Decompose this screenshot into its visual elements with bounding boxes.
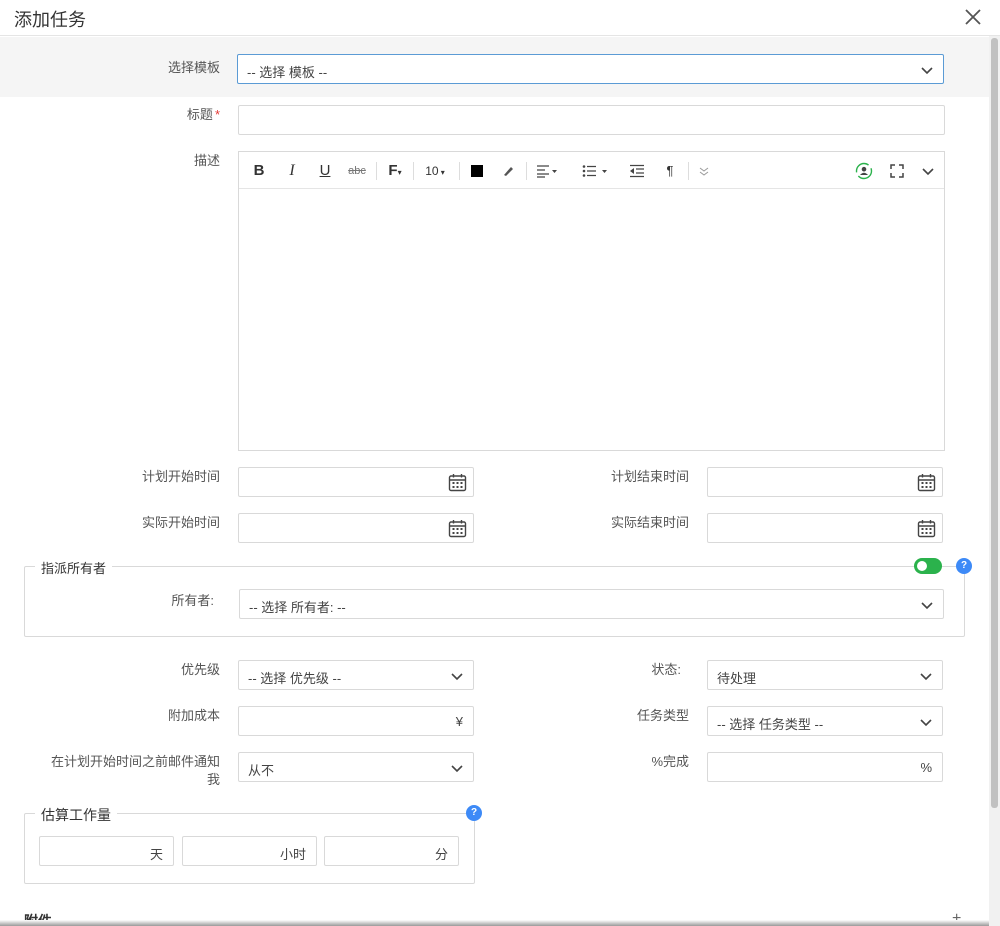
chevron-down-icon [920, 673, 932, 681]
extra-cost-input[interactable]: ¥ [238, 706, 474, 736]
outdent-icon[interactable] [627, 160, 647, 182]
priority-select-value: -- 选择 优先级 -- [248, 671, 342, 686]
toolbar-divider [376, 162, 377, 180]
calendar-icon[interactable] [448, 519, 467, 538]
actual-end-input[interactable] [707, 513, 943, 543]
planned-end-label: 计划结束时间 [610, 469, 689, 484]
assign-owner-legend: 指派所有者 [35, 558, 113, 577]
toggle-knob [917, 561, 927, 571]
help-icon[interactable]: ? [466, 805, 482, 821]
days-unit: 天 [149, 847, 163, 862]
font-size-dropdown[interactable]: 10 ▾ [421, 160, 449, 182]
chevron-down-icon[interactable] [918, 160, 938, 182]
task-type-select-value: -- 选择 任务类型 -- [717, 717, 824, 732]
bulleted-list-icon[interactable] [580, 160, 610, 182]
owner-label: 所有者: [171, 593, 214, 608]
chevron-down-icon [920, 719, 932, 727]
currency-suffix: ¥ [455, 714, 463, 729]
minutes-unit: 分 [434, 847, 448, 862]
title-label: 标题 * [120, 106, 220, 124]
status-select[interactable]: 待处理 [707, 660, 943, 690]
text-color-icon[interactable] [467, 160, 487, 182]
priority-select[interactable]: -- 选择 优先级 -- [238, 660, 474, 690]
title-input[interactable] [238, 105, 945, 135]
calendar-icon[interactable] [448, 473, 467, 492]
dialog-header: 添加任务 [0, 0, 1000, 36]
more-icon[interactable] [694, 160, 714, 182]
template-label: 选择模板 [167, 60, 220, 75]
email-notify-value: 从不 [248, 763, 275, 778]
close-icon[interactable] [962, 6, 984, 28]
help-icon[interactable]: ? [956, 558, 972, 574]
chevron-down-icon [921, 602, 933, 610]
percent-suffix: % [920, 760, 932, 775]
status-select-value: 待处理 [717, 671, 757, 686]
italic-icon[interactable]: I [282, 160, 302, 182]
title-label-text: 标题 [186, 107, 213, 122]
chevron-down-icon [451, 765, 463, 773]
planned-start-label: 计划开始时间 [141, 469, 220, 484]
task-type-select[interactable]: -- 选择 任务类型 -- [707, 706, 943, 736]
font-family-icon[interactable]: F▾ [385, 160, 405, 182]
task-type-label: 任务类型 [636, 708, 689, 723]
percent-done-label: %完成 [651, 754, 689, 769]
calendar-icon[interactable] [917, 473, 936, 492]
chevron-down-icon [921, 67, 933, 75]
template-select[interactable]: -- 选择 模板 -- [237, 54, 944, 84]
editor-content[interactable] [239, 189, 944, 450]
actual-start-label: 实际开始时间 [141, 515, 220, 530]
planned-start-input[interactable] [238, 467, 474, 497]
email-notify-label-line2: 我 [206, 772, 220, 787]
email-notify-select[interactable]: 从不 [238, 752, 474, 782]
calendar-icon[interactable] [917, 519, 936, 538]
priority-label: 优先级 [180, 662, 220, 677]
toolbar-divider [413, 162, 414, 180]
dialog-title: 添加任务 [14, 10, 86, 30]
email-notify-label-line1: 在计划开始时间之前邮件通知 [50, 754, 220, 769]
extra-cost-label: 附加成本 [167, 708, 220, 723]
status-label: 状态: [651, 662, 681, 677]
required-mark: * [214, 107, 220, 122]
estimate-hours-input[interactable]: 小时 [182, 836, 317, 866]
editor-toolbar: B I U abc F▾ 10 ▾ ¶ [239, 152, 944, 189]
rich-text-editor: B I U abc F▾ 10 ▾ ¶ [238, 151, 945, 451]
planned-end-input[interactable] [707, 467, 943, 497]
hours-unit: 小时 [279, 847, 306, 862]
highlight-icon[interactable] [498, 160, 518, 182]
scrollbar-thumb[interactable] [991, 38, 998, 808]
actual-start-input[interactable] [238, 513, 474, 543]
align-icon[interactable] [532, 160, 562, 182]
strikethrough-icon[interactable]: abc [347, 160, 367, 182]
fullscreen-icon[interactable] [887, 160, 907, 182]
assign-owner-toggle[interactable] [914, 558, 942, 574]
percent-done-input[interactable]: % [707, 752, 943, 782]
scrollbar[interactable] [989, 36, 1000, 926]
toolbar-divider [459, 162, 460, 180]
user-sync-icon[interactable] [853, 160, 875, 182]
actual-end-label: 实际结束时间 [610, 515, 689, 530]
estimate-legend: 估算工作量 [35, 805, 117, 825]
chevron-down-icon [451, 673, 463, 681]
template-select-value: -- 选择 模板 -- [247, 65, 328, 80]
email-notify-label: 在计划开始时间之前邮件通知 我 [20, 753, 220, 789]
underline-icon[interactable]: U [315, 160, 335, 182]
owner-select[interactable]: -- 选择 所有者: -- [239, 589, 944, 619]
bottom-edge [0, 920, 989, 926]
estimate-minutes-input[interactable]: 分 [324, 836, 459, 866]
owner-select-value: -- 选择 所有者: -- [249, 600, 346, 615]
description-label: 描述 [193, 153, 220, 168]
toolbar-divider [526, 162, 527, 180]
font-size-value: 10 [425, 164, 439, 178]
estimate-days-input[interactable]: 天 [39, 836, 174, 866]
toolbar-divider [688, 162, 689, 180]
paragraph-icon[interactable]: ¶ [660, 160, 680, 182]
bold-icon[interactable]: B [249, 160, 269, 182]
